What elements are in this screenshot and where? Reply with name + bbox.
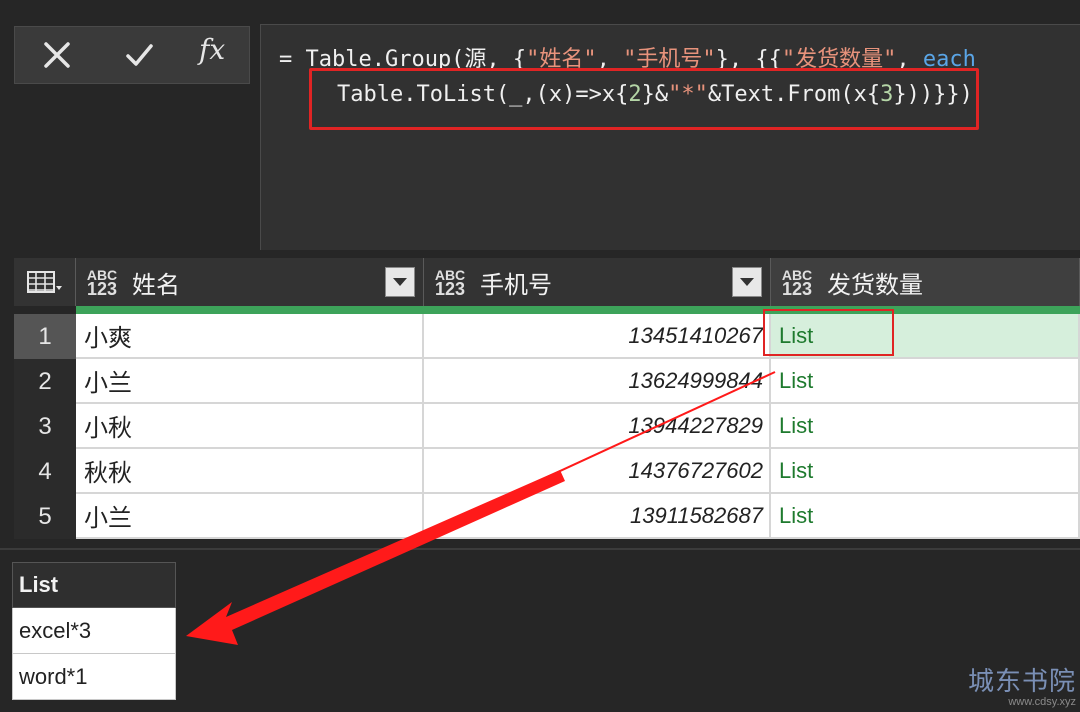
watermark: 城东书院 www.cdsy.xyz xyxy=(968,668,1076,708)
watermark-title: 城东书院 xyxy=(967,667,1076,697)
arrow-head xyxy=(186,470,565,645)
watermark-url: www.cdsy.xyz xyxy=(1008,696,1076,708)
annotation-arrow xyxy=(186,371,776,645)
